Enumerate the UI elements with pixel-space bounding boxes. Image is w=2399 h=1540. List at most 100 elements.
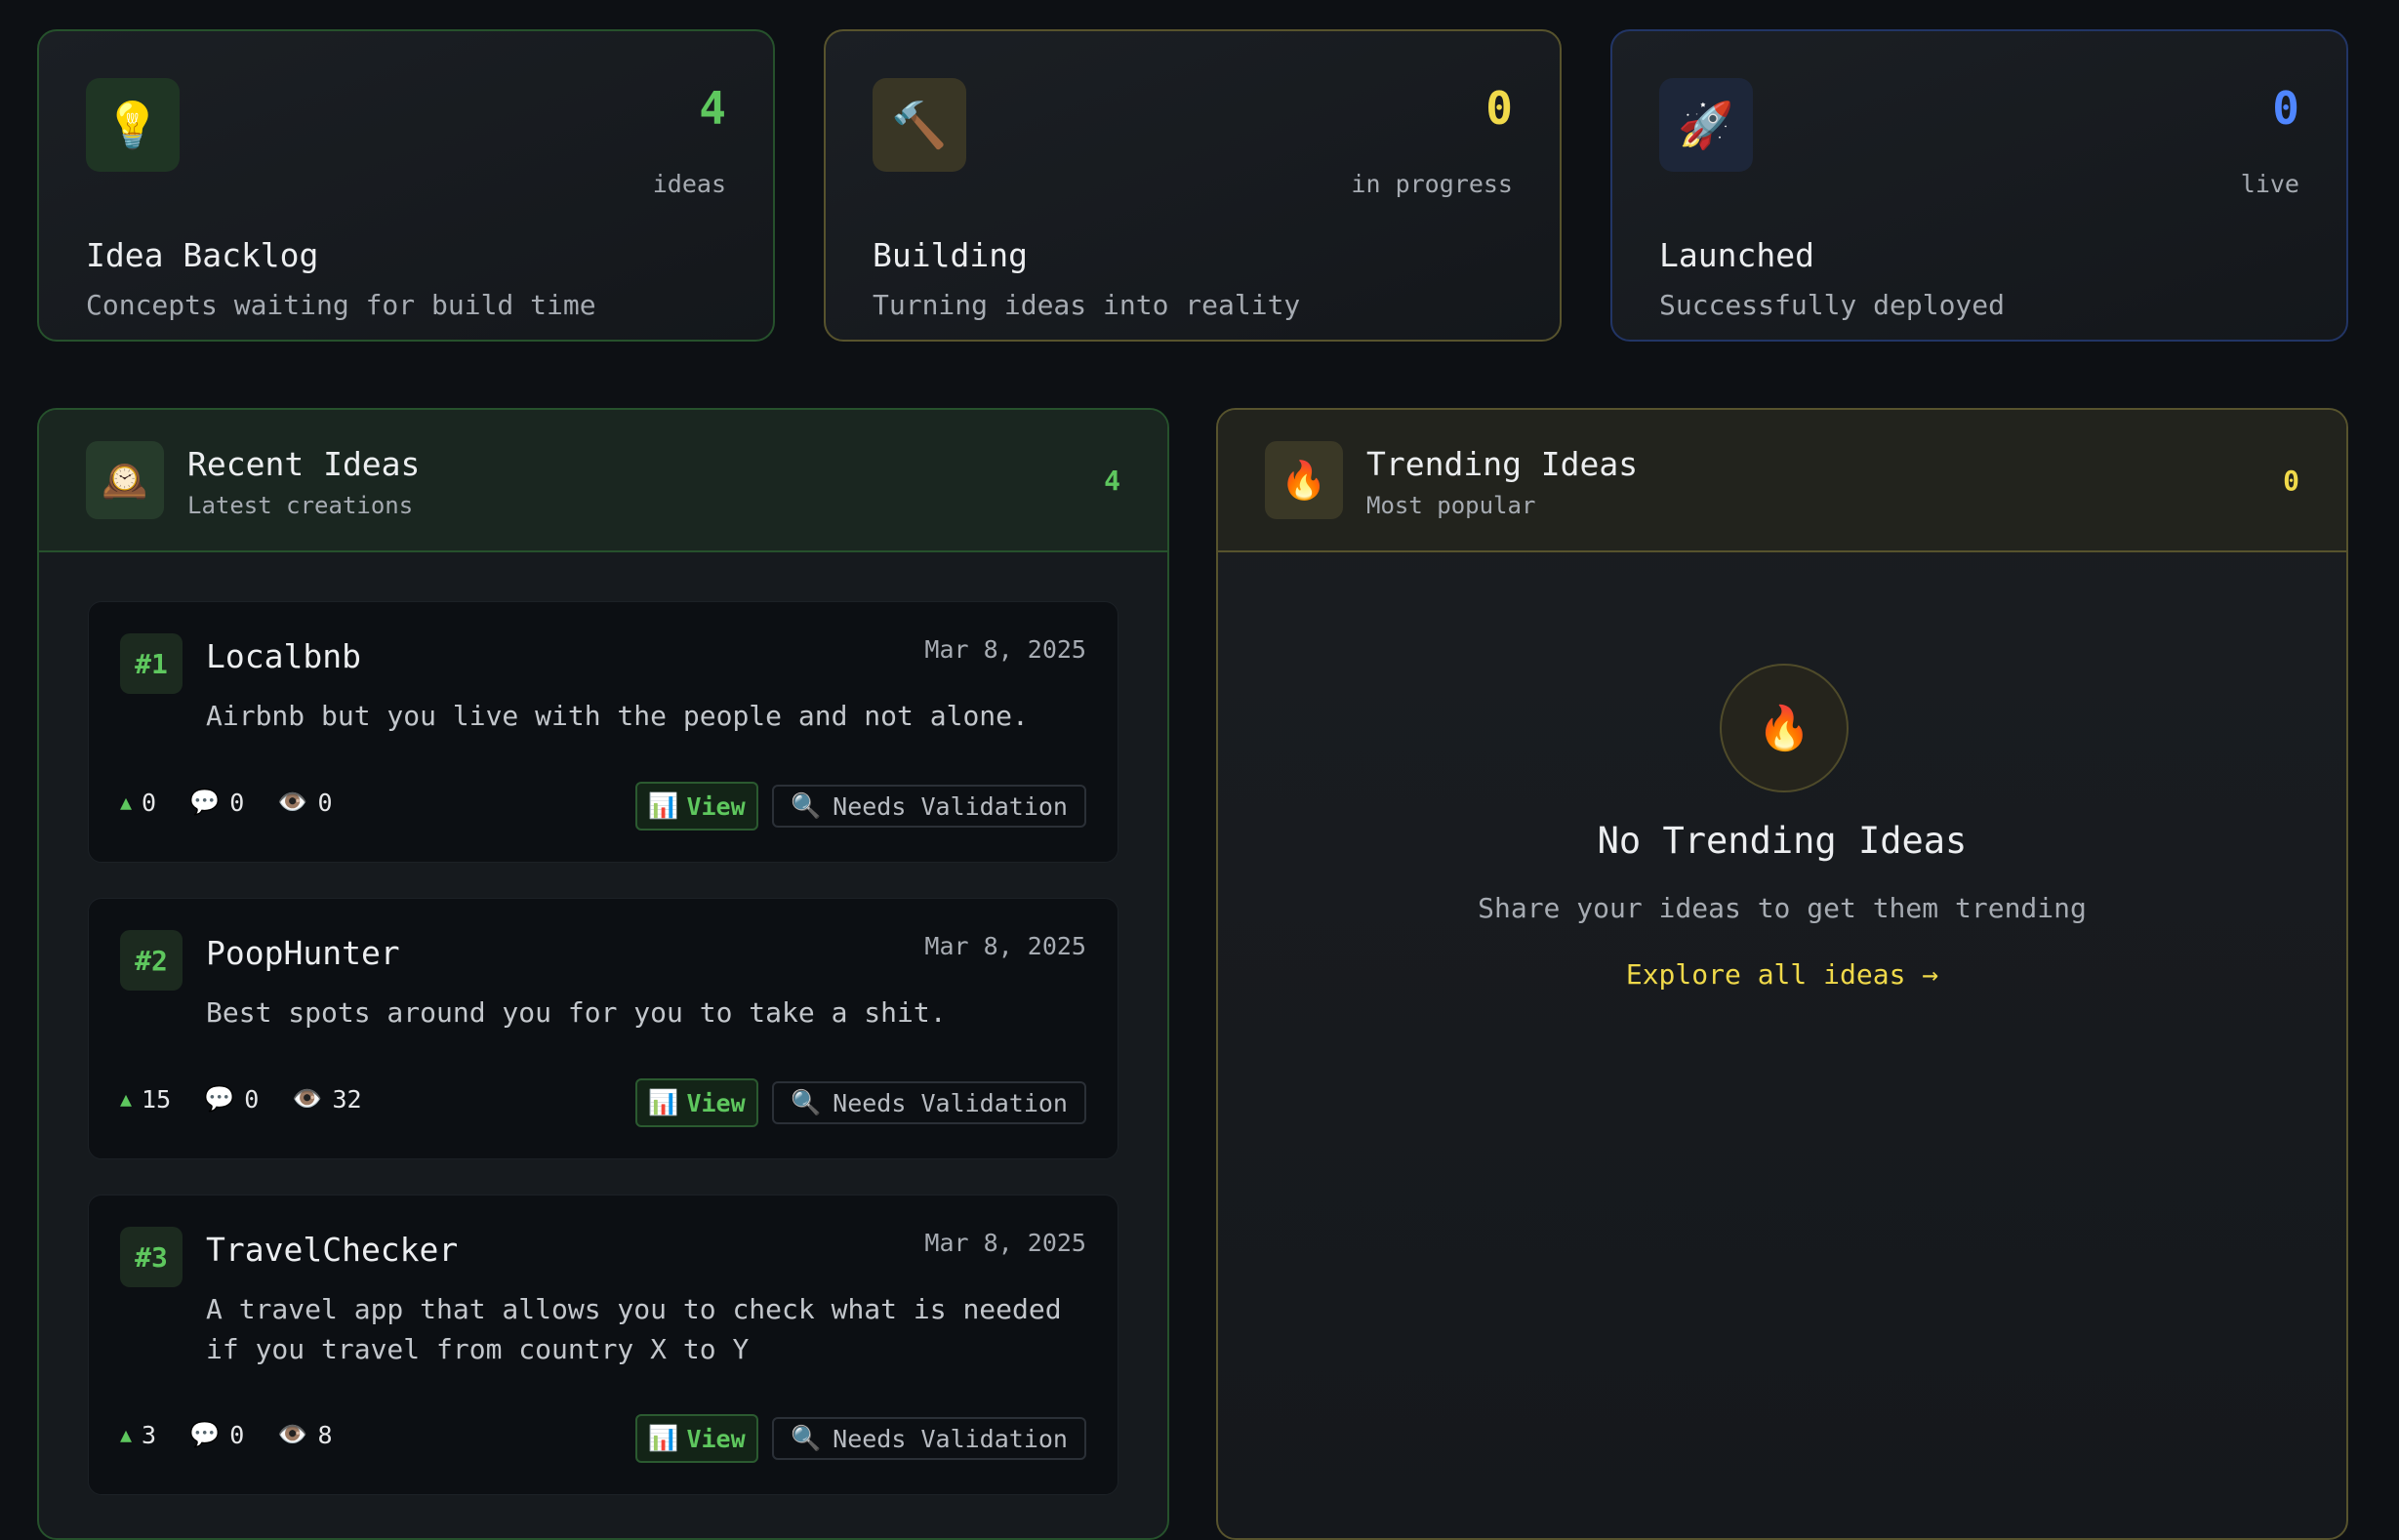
idea-title[interactable]: PoopHunter xyxy=(206,934,400,972)
view-button-label: View xyxy=(686,1424,746,1453)
trending-count: 0 xyxy=(2283,465,2299,497)
idea-title[interactable]: Localbnb xyxy=(206,637,361,675)
upvote-count: 0 xyxy=(142,788,157,817)
stat-title: Idea Backlog xyxy=(86,236,319,274)
hammer-icon: 🔨 xyxy=(873,78,966,172)
upvote-icon: ▲ xyxy=(120,1087,133,1111)
view-count: 32 xyxy=(332,1084,362,1114)
stat-count: 4 xyxy=(699,82,726,135)
trending-ideas-header: 🔥 Trending Ideas Most popular 0 xyxy=(1218,410,2346,552)
stat-unit: in progress xyxy=(1351,170,1513,198)
idea-rank: #2 xyxy=(120,930,183,991)
stat-subtitle: Concepts waiting for build time xyxy=(86,289,596,321)
idea-date: Mar 8, 2025 xyxy=(924,1229,1086,1257)
chart-icon: 📊 xyxy=(648,1424,679,1452)
status-badge: 🔍 Needs Validation xyxy=(772,1081,1086,1124)
idea-rank: #3 xyxy=(120,1227,183,1287)
panel-title: Trending Ideas xyxy=(1366,445,1639,483)
panel-subtitle: Latest creations xyxy=(187,492,414,519)
stat-title: Building xyxy=(873,236,1028,274)
stat-subtitle: Successfully deployed xyxy=(1659,289,2006,321)
idea-metrics: ▲ 15 💬 0 👁️ 32 xyxy=(120,1084,362,1114)
view-metric: 👁️ 8 xyxy=(277,1420,332,1449)
stat-unit: ideas xyxy=(652,170,726,198)
explore-all-ideas-link[interactable]: Explore all ideas → xyxy=(1218,958,2346,991)
stat-card-backlog[interactable]: 💡 4 ideas Idea Backlog Concepts waiting … xyxy=(37,29,775,342)
upvote-metric[interactable]: ▲ 3 xyxy=(120,1421,156,1449)
stat-unit: live xyxy=(2240,170,2299,198)
stat-count: 0 xyxy=(2272,82,2299,135)
empty-state-subtitle: Share your ideas to get them trending xyxy=(1478,892,2087,924)
search-icon: 🔍 xyxy=(791,1424,822,1452)
view-button-label: View xyxy=(686,1088,746,1117)
comment-icon: 💬 xyxy=(189,788,221,816)
trending-ideas-panel: 🔥 Trending Ideas Most popular 0 🔥 No Tre… xyxy=(1216,408,2348,1540)
stat-card-launched[interactable]: 🚀 0 live Launched Successfully deployed xyxy=(1610,29,2348,342)
comment-count: 0 xyxy=(229,788,245,817)
idea-description: Best spots around you for you to take a … xyxy=(206,996,947,1029)
view-metric: 👁️ 32 xyxy=(292,1084,361,1114)
comment-metric: 💬 0 xyxy=(189,1420,244,1449)
idea-metrics: ▲ 3 💬 0 👁️ 8 xyxy=(120,1420,333,1449)
idea-date: Mar 8, 2025 xyxy=(924,932,1086,960)
rocket-icon: 🚀 xyxy=(1659,78,1753,172)
recent-count: 4 xyxy=(1104,465,1120,497)
idea-card[interactable]: #2 PoopHunter Mar 8, 2025 Best spots aro… xyxy=(88,898,1118,1159)
upvote-count: 3 xyxy=(142,1420,157,1449)
explore-link-label[interactable]: Explore all ideas → xyxy=(1626,958,1938,991)
idea-card[interactable]: #1 Localbnb Mar 8, 2025 Airbnb but you l… xyxy=(88,601,1118,863)
view-button-label: View xyxy=(686,791,746,821)
search-icon: 🔍 xyxy=(791,1088,822,1116)
eye-icon: 👁️ xyxy=(292,1084,323,1113)
comment-icon: 💬 xyxy=(189,1420,221,1448)
eye-icon: 👁️ xyxy=(277,788,308,816)
idea-description: Airbnb but you live with the people and … xyxy=(206,700,1029,732)
view-count: 8 xyxy=(317,1420,333,1449)
stats-row: 💡 4 ideas Idea Backlog Concepts waiting … xyxy=(37,29,2348,342)
idea-metrics: ▲ 0 💬 0 👁️ 0 xyxy=(120,788,333,817)
upvote-metric[interactable]: ▲ 15 xyxy=(120,1085,171,1114)
upvote-count: 15 xyxy=(142,1084,172,1114)
upvote-icon: ▲ xyxy=(120,1423,133,1446)
stat-subtitle: Turning ideas into reality xyxy=(873,289,1301,321)
recent-ideas-panel: 🕰️ Recent Ideas Latest creations 4 #1 Lo… xyxy=(37,408,1169,1540)
comment-metric: 💬 0 xyxy=(189,788,244,817)
stat-title: Launched xyxy=(1659,236,1814,274)
panel-subtitle: Most popular xyxy=(1366,492,1536,519)
fire-icon: 🔥 xyxy=(1720,664,1849,792)
status-label: Needs Validation xyxy=(833,791,1068,821)
chart-icon: 📊 xyxy=(648,791,679,820)
comment-metric: 💬 0 xyxy=(204,1084,259,1114)
recent-ideas-header: 🕰️ Recent Ideas Latest creations 4 xyxy=(39,410,1167,552)
view-metric: 👁️ 0 xyxy=(277,788,332,817)
idea-card[interactable]: #3 TravelChecker Mar 8, 2025 A travel ap… xyxy=(88,1195,1118,1495)
comment-count: 0 xyxy=(244,1084,260,1114)
status-badge: 🔍 Needs Validation xyxy=(772,1417,1086,1460)
status-label: Needs Validation xyxy=(833,1424,1068,1453)
status-label: Needs Validation xyxy=(833,1088,1068,1117)
idea-date: Mar 8, 2025 xyxy=(924,635,1086,664)
view-button[interactable]: 📊 View xyxy=(635,782,758,831)
upvote-metric[interactable]: ▲ 0 xyxy=(120,789,156,817)
view-count: 0 xyxy=(317,788,333,817)
chart-icon: 📊 xyxy=(648,1088,679,1116)
status-badge: 🔍 Needs Validation xyxy=(772,785,1086,828)
empty-state-title: No Trending Ideas xyxy=(1597,820,1968,862)
clock-icon: 🕰️ xyxy=(86,441,164,519)
fire-icon: 🔥 xyxy=(1265,441,1343,519)
panel-title: Recent Ideas xyxy=(187,445,421,483)
search-icon: 🔍 xyxy=(791,791,822,820)
upvote-icon: ▲ xyxy=(120,790,133,814)
stat-card-building[interactable]: 🔨 0 in progress Building Turning ideas i… xyxy=(824,29,1562,342)
view-button[interactable]: 📊 View xyxy=(635,1078,758,1127)
view-button[interactable]: 📊 View xyxy=(635,1414,758,1463)
stat-count: 0 xyxy=(1485,82,1513,135)
idea-description: A travel app that allows you to check wh… xyxy=(206,1293,1062,1365)
eye-icon: 👁️ xyxy=(277,1420,308,1448)
comment-icon: 💬 xyxy=(204,1084,235,1113)
idea-title[interactable]: TravelChecker xyxy=(206,1231,458,1269)
idea-rank: #1 xyxy=(120,633,183,694)
comment-count: 0 xyxy=(229,1420,245,1449)
idea-list: #1 Localbnb Mar 8, 2025 Airbnb but you l… xyxy=(39,552,1167,1538)
lightbulb-icon: 💡 xyxy=(86,78,180,172)
